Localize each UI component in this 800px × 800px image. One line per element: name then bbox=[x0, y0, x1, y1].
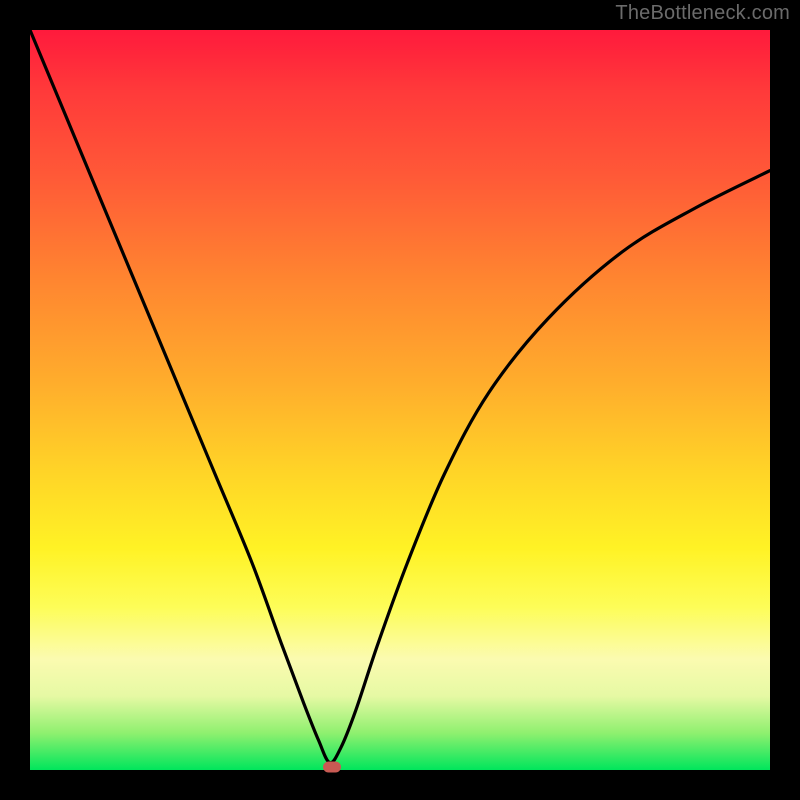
bottleneck-curve bbox=[30, 30, 770, 770]
chart-frame: TheBottleneck.com bbox=[0, 0, 800, 800]
minimum-marker bbox=[323, 762, 341, 773]
watermark-text: TheBottleneck.com bbox=[615, 2, 790, 25]
plot-area bbox=[30, 30, 770, 770]
